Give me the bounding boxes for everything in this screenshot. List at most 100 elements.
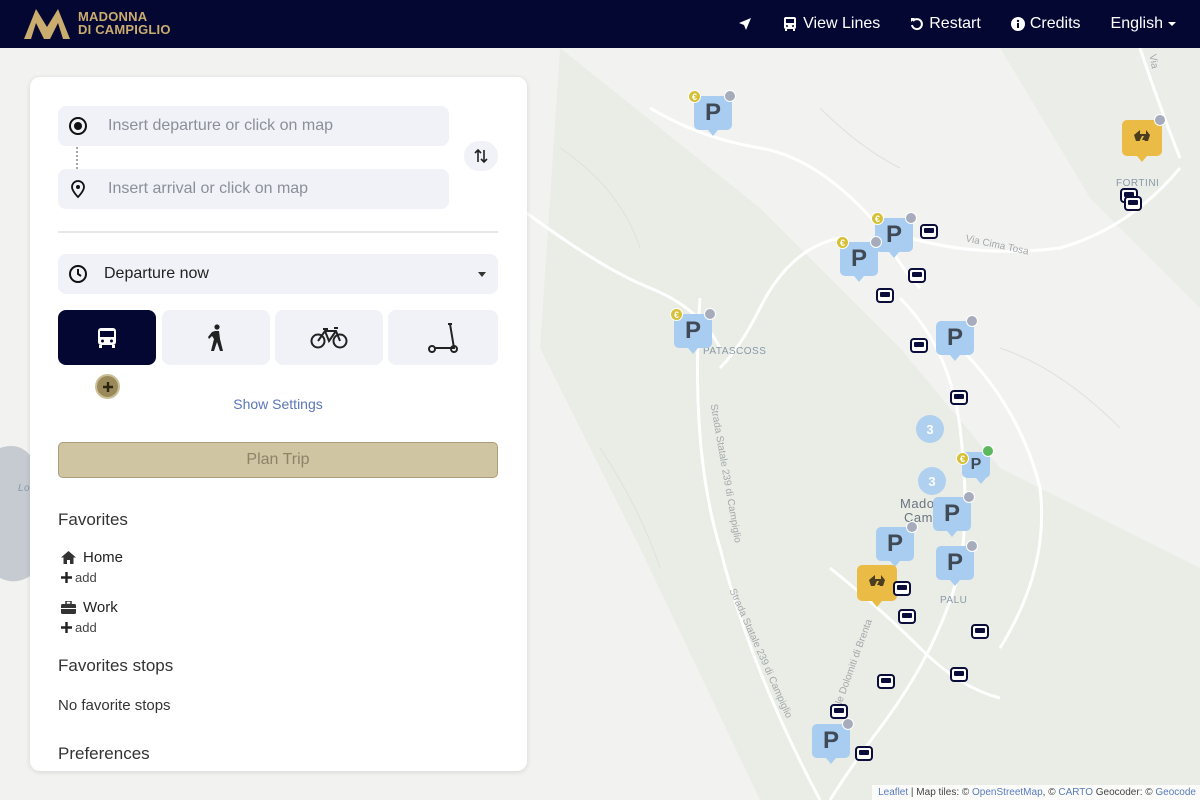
bus-stop-icon[interactable] [908, 268, 926, 283]
place-label-lake: Lo [18, 483, 31, 494]
ev-charging-icon [1134, 130, 1150, 147]
bus-stop-icon[interactable] [876, 288, 894, 303]
parking-letter: P [885, 221, 902, 248]
status-dot [704, 308, 716, 320]
charging-station-marker[interactable] [857, 565, 897, 607]
plan-trip-button[interactable]: Plan Trip [58, 442, 498, 478]
route-connector-line [76, 147, 78, 169]
map-pin-icon [71, 180, 85, 199]
leaflet-link[interactable]: Leaflet [878, 787, 908, 798]
euro-symbol: € [959, 453, 965, 464]
parking-marker[interactable]: P € [836, 236, 882, 282]
add-home-button[interactable]: add [61, 570, 97, 585]
language-dropdown[interactable]: English [1111, 15, 1176, 33]
logo[interactable]: MADONNA DI CAMPIGLIO [22, 5, 171, 41]
arrival-input[interactable] [108, 180, 428, 198]
bus-stop-icon[interactable] [920, 224, 938, 239]
parking-marker[interactable]: P € [871, 212, 917, 258]
parking-marker[interactable]: P € [688, 90, 736, 136]
bus-stop-icon[interactable] [1124, 196, 1142, 211]
add-work-button[interactable]: add [61, 620, 97, 635]
marker-cluster[interactable]: 3 [918, 467, 946, 495]
parking-letter: P [943, 500, 960, 527]
favorite-stops-heading: Favorites stops [58, 656, 174, 675]
parking-letter: P [822, 727, 839, 754]
restart-button[interactable]: Restart [910, 15, 981, 33]
bus-icon [98, 327, 116, 348]
caret-down-icon [478, 272, 486, 277]
euro-symbol: € [691, 91, 697, 102]
bus-stop-icon[interactable] [893, 581, 911, 596]
euro-symbol: € [874, 213, 880, 224]
divider [58, 231, 498, 233]
info-icon [1010, 17, 1025, 31]
parking-marker[interactable]: P € [670, 308, 716, 354]
departure-input[interactable] [108, 117, 428, 135]
departure-field[interactable] [58, 106, 449, 146]
parking-marker[interactable]: P [876, 521, 918, 567]
place-label-madonna: Mado [900, 496, 935, 511]
mode-bus-button[interactable] [58, 310, 156, 365]
map-attribution: Leaflet | Map tiles: © OpenStreetMap, © … [872, 785, 1200, 800]
bus-stop-icon[interactable] [950, 390, 968, 405]
credits-button[interactable]: Credits [1010, 15, 1081, 33]
parking-letter: P [704, 99, 721, 126]
top-navbar: MADONNA DI CAMPIGLIO View Lines Restart … [0, 0, 1200, 48]
bus-stop-icon[interactable] [877, 674, 895, 689]
euro-badge: € [688, 90, 701, 103]
parking-marker[interactable]: P [933, 491, 975, 537]
geocoder-link[interactable]: Geocode [1155, 787, 1196, 798]
cluster-count: 3 [928, 473, 936, 489]
status-dot [963, 491, 975, 503]
marker-cluster[interactable]: 3 [916, 415, 944, 443]
bicycle-icon [310, 326, 348, 348]
bus-stop-icon[interactable] [910, 338, 928, 353]
bus-stop-icon[interactable] [971, 624, 989, 639]
bus-stop-icon[interactable] [950, 667, 968, 682]
favorite-home[interactable]: Home [61, 549, 123, 566]
parking-marker-small[interactable]: P € [956, 445, 994, 484]
charging-station-marker[interactable] [1122, 114, 1166, 162]
swap-button[interactable] [464, 141, 498, 171]
place-label-patascoss: PATASCOSS [703, 346, 767, 357]
bus-stop-icon[interactable] [830, 704, 848, 719]
home-icon [61, 551, 76, 564]
parking-marker[interactable]: P [936, 315, 978, 361]
mode-bike-button[interactable] [275, 310, 383, 365]
logo-mark-icon [24, 9, 70, 39]
status-dot [966, 540, 978, 552]
attribution-text: | Map tiles: © [910, 787, 970, 798]
parking-letter: P [850, 245, 867, 272]
add-label: add [75, 620, 97, 635]
view-lines-button[interactable]: View Lines [782, 15, 880, 33]
carto-link[interactable]: CARTO [1058, 787, 1093, 798]
mode-walk-button[interactable] [162, 310, 270, 365]
parking-marker[interactable]: P [936, 540, 978, 586]
status-dot [906, 521, 918, 533]
show-settings-link[interactable]: Show Settings [30, 396, 526, 412]
plus-icon [102, 381, 113, 392]
parking-marker[interactable]: P [812, 718, 854, 764]
logo-line-2: DI CAMPIGLIO [78, 22, 171, 37]
bus-stop-icon[interactable] [898, 609, 916, 624]
parking-letter: P [970, 456, 982, 473]
geocoder-text: Geocoder: © [1095, 787, 1153, 798]
swap-arrows-icon [474, 148, 488, 164]
bus-stop-icon[interactable] [855, 746, 873, 761]
plus-icon [61, 622, 72, 633]
view-lines-label: View Lines [803, 15, 881, 32]
arrival-field[interactable] [58, 169, 449, 209]
departure-time-value: Departure now [104, 265, 209, 282]
euro-badge: € [956, 452, 969, 465]
status-dot [724, 90, 736, 102]
favorite-work[interactable]: Work [61, 599, 118, 616]
departure-time-select[interactable]: Departure now [58, 254, 498, 294]
euro-symbol: € [839, 237, 845, 248]
mode-scooter-button[interactable] [388, 310, 498, 365]
locate-button[interactable] [738, 17, 752, 31]
caret-down-icon [1168, 22, 1176, 26]
no-favorite-stops-text: No favorite stops [58, 697, 171, 714]
restart-icon [911, 18, 924, 31]
clock-icon [69, 265, 87, 283]
osm-link[interactable]: OpenStreetMap [972, 787, 1043, 798]
